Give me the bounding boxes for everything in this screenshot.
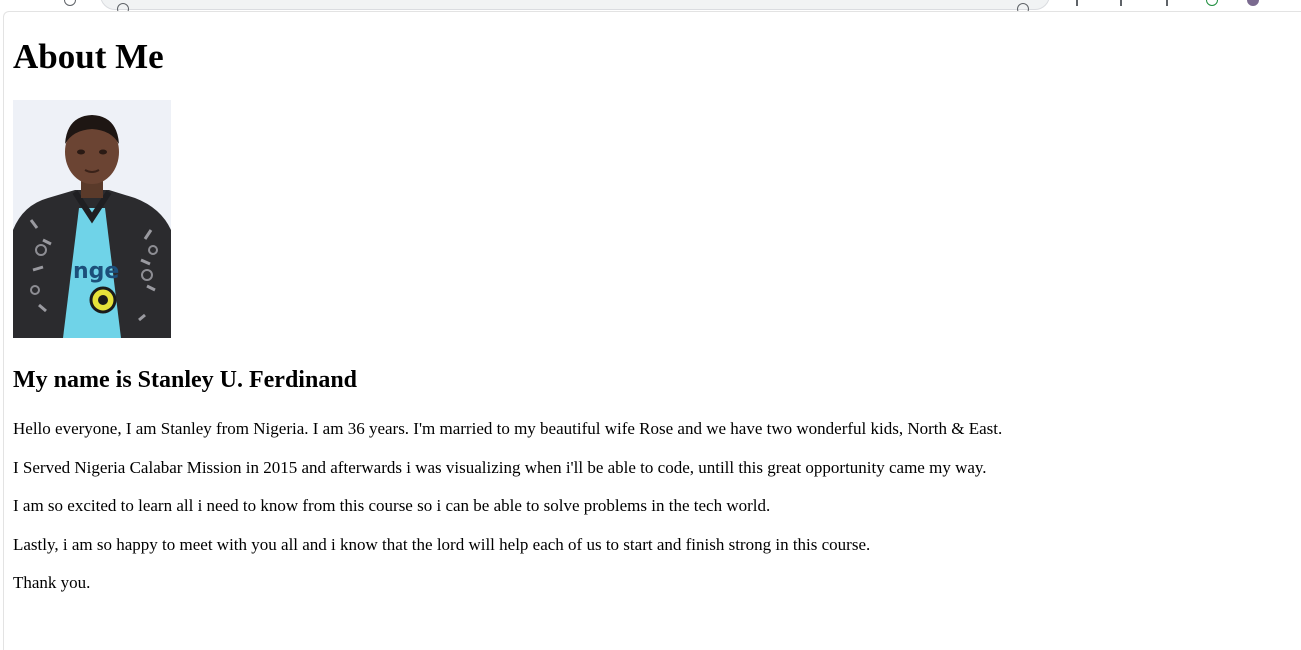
intro-paragraph: Hello everyone, I am Stanley from Nigeri…: [13, 419, 1003, 438]
page-title: About Me: [13, 37, 164, 76]
address-bar[interactable]: [100, 0, 1050, 14]
svg-text:nge: nge: [73, 259, 119, 284]
menu-separator-icon: [1076, 0, 1078, 6]
reload-icon[interactable]: [64, 0, 76, 6]
extensions-icon[interactable]: [1120, 0, 1122, 6]
page-content: About Me nge My name is Stanley U. Ferdi…: [13, 12, 1293, 593]
page-viewport: About Me nge My name is Stanley U. Ferdi…: [3, 11, 1301, 650]
course-paragraph: I am so excited to learn all i need to k…: [13, 496, 771, 515]
profile-photo: nge: [13, 100, 171, 338]
extension-badge-icon[interactable]: [1206, 0, 1218, 6]
profile-avatar-icon[interactable]: [1247, 0, 1259, 6]
name-heading: My name is Stanley U. Ferdinand: [13, 367, 358, 393]
mission-paragraph: I Served Nigeria Calabar Mission in 2015…: [13, 457, 987, 477]
thanks-paragraph: Thank you.: [13, 573, 91, 592]
tab-search-icon[interactable]: [1166, 0, 1168, 6]
closing-paragraph: Lastly, i am so happy to meet with you a…: [13, 534, 871, 554]
